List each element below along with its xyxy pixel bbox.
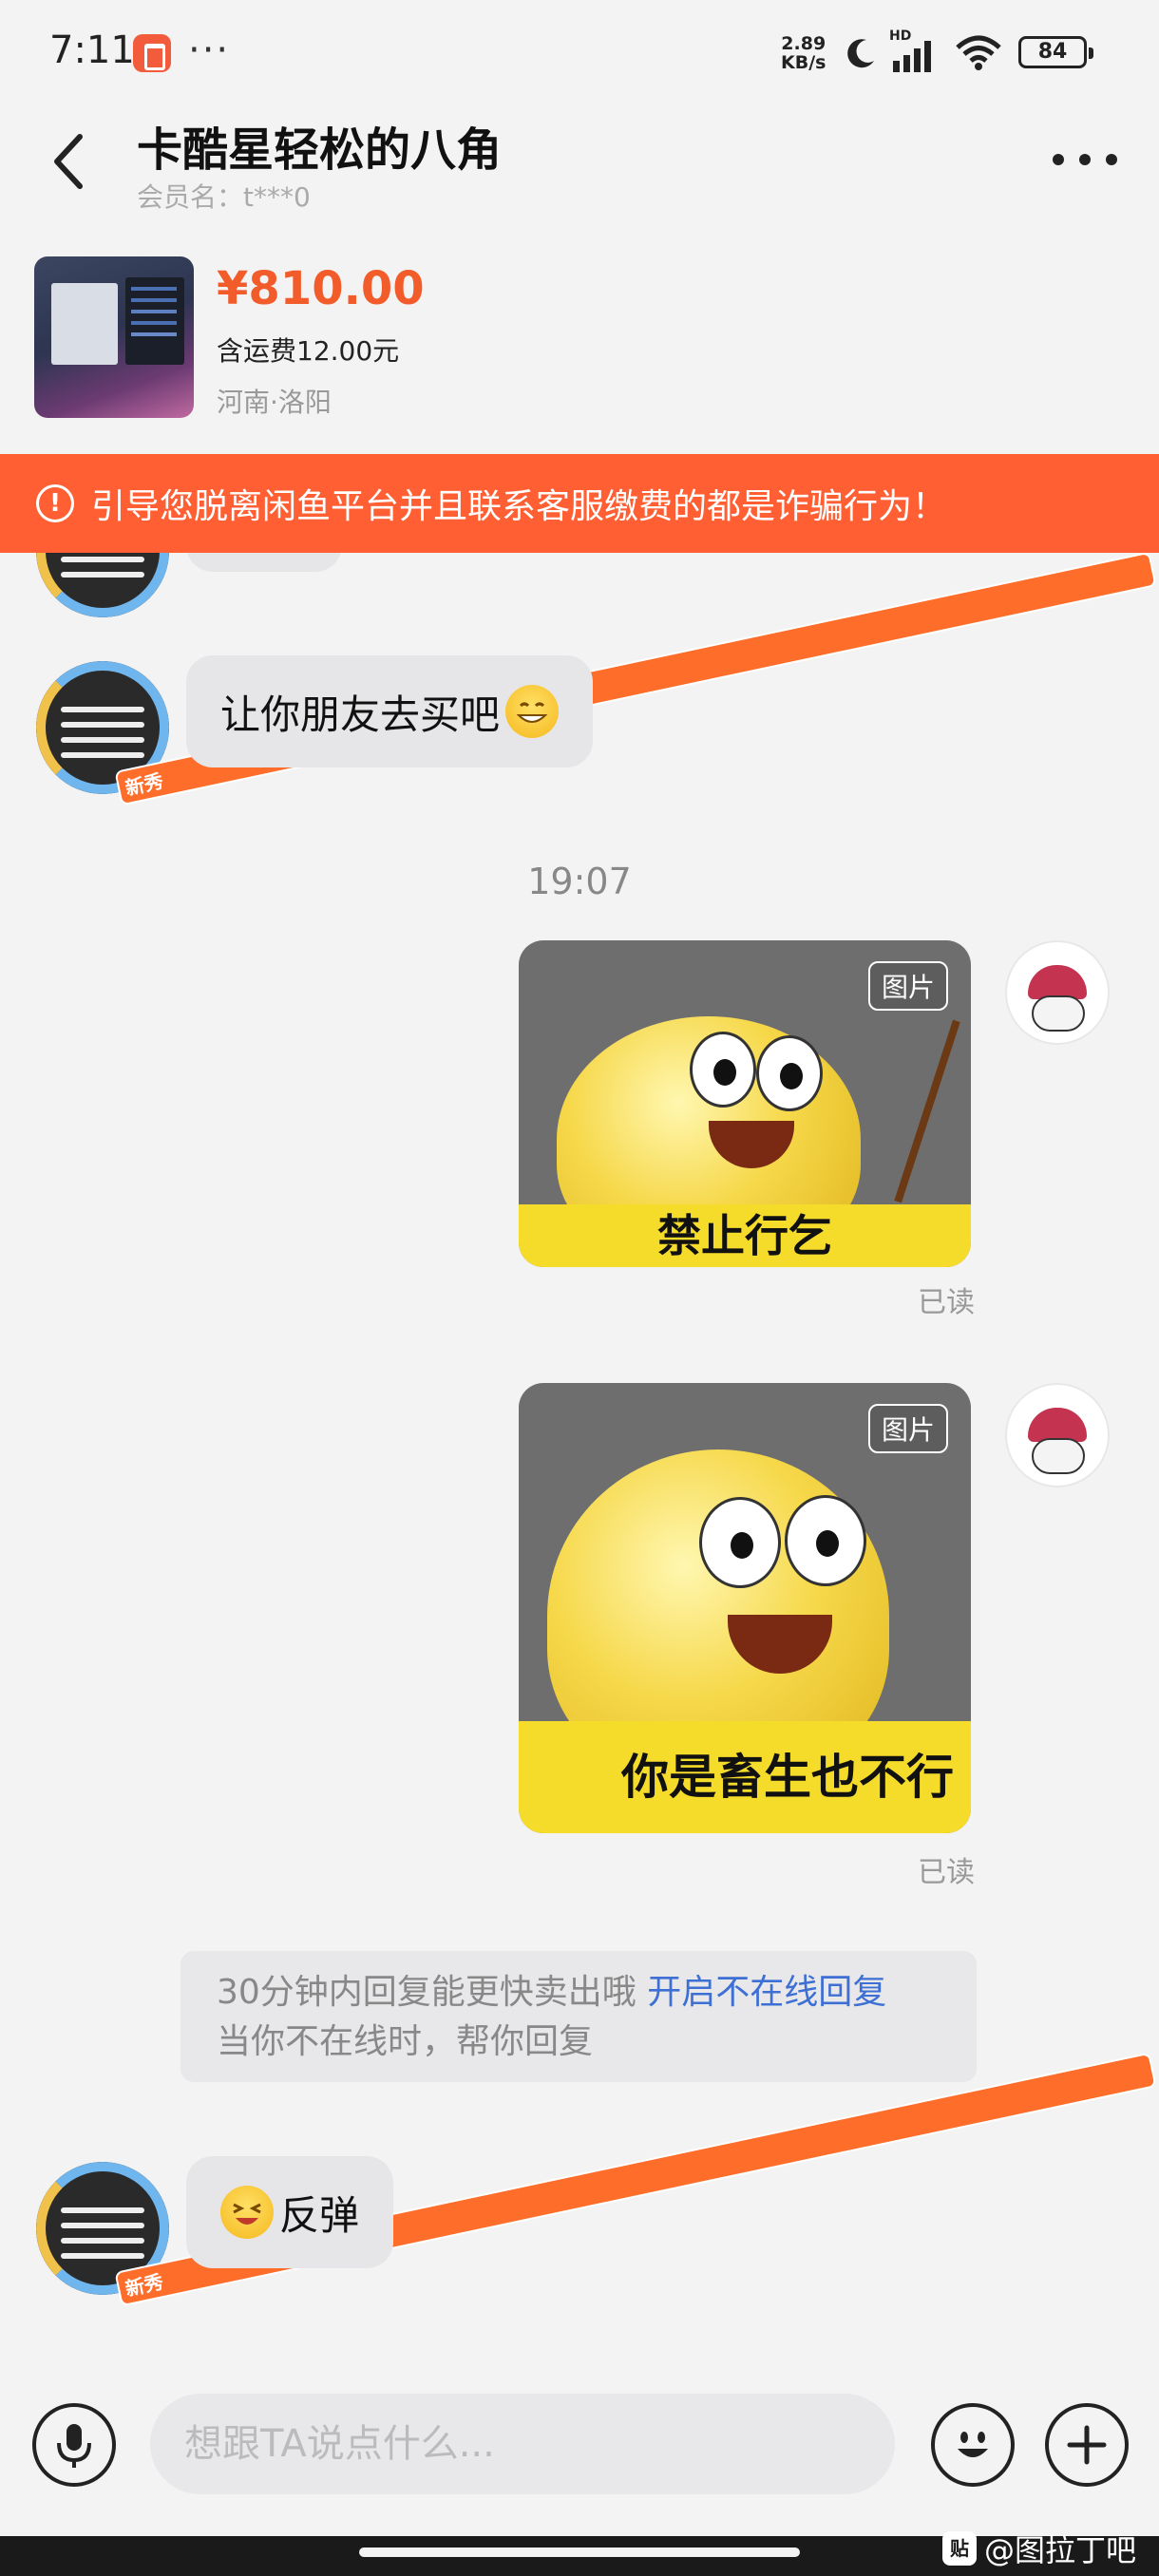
my-avatar[interactable]: [1005, 1383, 1110, 1487]
member-name: 会员名：t***0: [137, 181, 311, 213]
product-image-screen: [125, 277, 184, 365]
watermark: 贴 @图拉丁吧: [941, 2527, 1136, 2570]
more-options-button[interactable]: [1053, 142, 1117, 177]
plus-icon: [1067, 2425, 1107, 2465]
product-shipping: 含运费12.00元: [217, 335, 400, 367]
message-bubble[interactable]: 反弹: [186, 2156, 394, 2268]
seller-avatar[interactable]: [36, 541, 169, 617]
network-speed-value: 2.89: [781, 33, 826, 54]
emoji-button[interactable]: [931, 2403, 1015, 2487]
microphone-icon: [57, 2424, 91, 2468]
warning-text: 引导您脱离闲鱼平台并且联系客服缴费的都是诈骗行为！: [91, 487, 947, 526]
sticker-image[interactable]: 禁止行乞 图片: [519, 940, 971, 1267]
message-bubble[interactable]: 让你朋友去买吧: [186, 655, 594, 767]
auto-reply-tip: 30分钟内回复能更快卖出哦 开启不在线回复 当你不在线时，帮你回复: [180, 1951, 977, 2082]
warning-icon: !: [36, 484, 74, 522]
dot-icon: [1053, 154, 1064, 165]
watermark-text: @图拉丁吧: [983, 2532, 1136, 2568]
moon-icon: [847, 39, 874, 68]
auto-reply-text: 30分钟内回复能更快卖出哦: [217, 1973, 636, 2012]
image-tag: 图片: [867, 1404, 948, 1453]
status-more-notifications: ···: [188, 28, 231, 72]
product-price: ¥810.00: [217, 262, 425, 315]
anti-fraud-warning-banner: ! 引导您脱离闲鱼平台并且联系客服缴费的都是诈骗行为！: [0, 454, 1159, 553]
dot-icon: [1079, 154, 1091, 165]
status-time: 7:11: [49, 28, 135, 72]
chat-message-list[interactable]: 新秀 让你朋友去买吧 19:07 禁止行乞 图片 已读 你是畜生也不行 图片 已…: [0, 541, 1159, 2356]
smiley-icon: [958, 2432, 988, 2457]
message-text: 反弹: [279, 2191, 360, 2239]
network-speed-unit: KB/s: [781, 52, 826, 73]
read-receipt: 已读: [918, 1856, 975, 1889]
image-tag: 图片: [867, 961, 948, 1011]
my-avatar[interactable]: [1005, 940, 1110, 1045]
more-actions-button[interactable]: [1045, 2403, 1129, 2487]
product-location: 河南·洛阳: [217, 387, 332, 418]
message-timestamp: 19:07: [527, 861, 632, 902]
enable-auto-reply-link[interactable]: 开启不在线回复: [647, 1973, 886, 2012]
network-speed: 2.89 KB/s: [781, 34, 826, 72]
product-image-screen: [51, 283, 118, 365]
sticker-caption: 你是畜生也不行: [519, 1721, 971, 1833]
chat-partner-name[interactable]: 卡酷星轻松的八角: [137, 112, 502, 179]
laughing-emoji-icon: [220, 2186, 274, 2239]
voice-input-button[interactable]: [32, 2403, 116, 2487]
message-input[interactable]: [150, 2394, 895, 2494]
back-arrow-icon[interactable]: [46, 131, 95, 192]
product-thumbnail[interactable]: [34, 256, 194, 418]
sticker-caption: 禁止行乞: [519, 1204, 971, 1267]
home-indicator[interactable]: [359, 2548, 800, 2557]
dot-icon: [1106, 154, 1117, 165]
battery-indicator: 84: [1018, 36, 1093, 68]
xianyu-notification-icon: [133, 34, 171, 72]
read-receipt: 已读: [918, 1286, 975, 1319]
tieba-logo-icon: 贴: [941, 2531, 977, 2566]
wifi-icon: [956, 35, 1001, 70]
grin-emoji-icon: [505, 685, 560, 738]
auto-reply-desc: 当你不在线时，帮你回复: [217, 2022, 594, 2061]
message-text: 让你朋友去买吧: [220, 691, 501, 738]
signal-icon: [893, 41, 931, 72]
sticker-image[interactable]: 你是畜生也不行 图片: [519, 1383, 971, 1833]
